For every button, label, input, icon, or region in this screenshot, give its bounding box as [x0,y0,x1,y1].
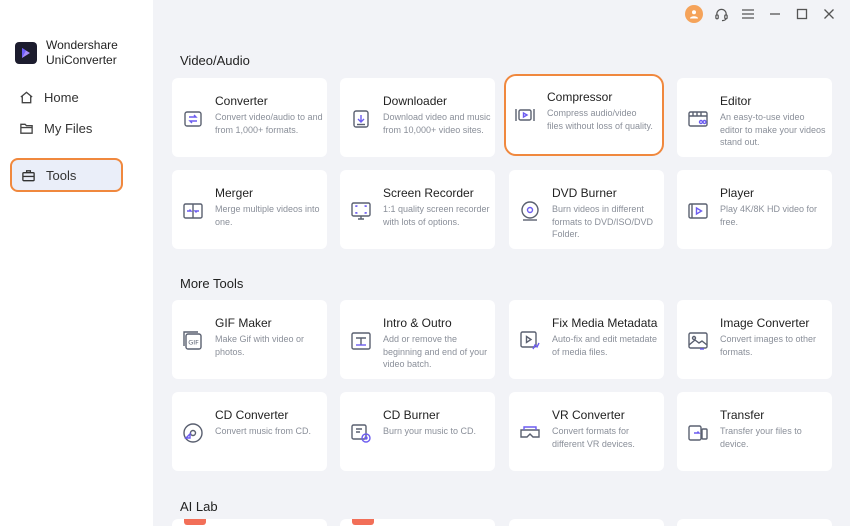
tools-content: Video/Audio Converter Convert video/audi… [153,0,850,526]
sidebar: Wondershare UniConverter Home My Files T… [0,0,153,526]
section-title-more-tools: More Tools [180,276,244,291]
tool-card-screen-recorder[interactable]: Screen Recorder 1:1 quality screen recor… [340,170,495,249]
tool-card-merger[interactable]: Merger Merge multiple videos into one. [172,170,327,249]
ai-tool-card[interactable] [677,519,832,526]
tool-description: Play 4K/8K HD video for free. [720,204,818,227]
tool-card-cd-converter[interactable]: CD Converter Convert music from CD. [172,392,327,471]
tool-description: Burn videos in different formats to DVD/… [552,204,654,239]
folder-icon [18,120,34,136]
tool-title: VR Converter [552,408,625,422]
cd-converter-icon [180,420,206,446]
screen-recorder-icon [348,198,374,224]
app-name-line1: Wondershare [46,38,118,52]
app-logo: Wondershare UniConverter [15,38,118,68]
toolbox-icon [20,167,36,183]
tool-description: Transfer your files to device. [720,426,802,449]
tool-description: Auto-fix and edit metadate of media file… [552,334,658,357]
tool-title: Transfer [720,408,765,422]
gif-badge: GIF [188,339,199,347]
tool-title: Merger [215,186,254,200]
tool-title: Downloader [383,94,448,108]
vr-converter-icon [517,420,543,446]
sidebar-item-home[interactable]: Home [10,80,123,114]
player-icon [685,198,711,224]
uniconverter-logo-icon [15,42,37,64]
new-tag [184,519,206,525]
tool-card-player[interactable]: Player Play 4K/8K HD video for free. [677,170,832,249]
dvd-burner-icon [517,198,543,224]
tool-title: Editor [720,94,752,108]
tool-description: 1:1 quality screen recorder with lots of… [383,204,490,227]
tool-description: Burn your music to CD. [383,426,477,436]
gif-maker-icon: GIF [180,328,206,354]
tool-title: Fix Media Metadata [552,316,658,330]
transfer-icon [685,420,711,446]
tool-title: Image Converter [720,316,810,330]
new-tag [352,519,374,525]
cd-burner-icon [348,420,374,446]
ai-tool-card[interactable] [509,519,664,526]
sidebar-item-label: Tools [46,167,77,183]
sidebar-item-my-files[interactable]: My Files [10,111,123,145]
ai-tool-card[interactable] [172,519,327,526]
tool-title: GIF Maker [215,316,272,330]
tool-card-converter[interactable]: Converter Convert video/audio to and fro… [172,78,327,157]
editor-icon [685,106,711,132]
tool-description: Compress audio/video files without loss … [547,108,653,131]
tool-description: Make Gif with video or photos. [215,334,305,357]
tool-card-editor[interactable]: Editor An easy-to-use video editor to ma… [677,78,832,157]
tool-description: Convert video/audio to and from 1,000+ f… [215,112,323,135]
tool-card-vr-converter[interactable]: VR Converter Convert formats for differe… [509,392,664,471]
ai-tool-card[interactable] [340,519,495,526]
intro-outro-icon [348,328,374,354]
tool-title: Screen Recorder [383,186,474,200]
tool-title: DVD Burner [552,186,617,200]
tool-card-downloader[interactable]: Downloader Download video and music from… [340,78,495,157]
tool-description: Download video and music from 10,000+ vi… [383,112,491,135]
section-title-video-audio: Video/Audio [180,53,250,68]
sidebar-item-label: My Files [44,120,93,136]
tool-card-fix-media-metadata[interactable]: Fix Media Metadata Auto-fix and edit met… [509,300,664,379]
downloader-icon [348,106,374,132]
tool-description: An easy-to-use video editor to make your… [720,112,826,147]
tool-description: Convert images to other formats. [720,334,817,357]
fix-media-metadata-icon [517,328,543,354]
converter-icon [180,106,206,132]
tool-title: CD Burner [383,408,440,422]
tool-title: Player [720,186,755,200]
tool-title: Intro & Outro [383,316,452,330]
tool-description: Convert formats for different VR devices… [552,426,635,449]
merger-icon [180,198,206,224]
tool-description: Merge multiple videos into one. [215,204,320,227]
tool-description: Convert music from CD. [215,426,312,436]
compressor-icon [512,102,538,128]
tool-card-gif-maker[interactable]: GIF GIF Maker Make Gif with video or pho… [172,300,327,379]
tool-title: Compressor [547,90,613,104]
image-converter-icon [685,328,711,354]
tool-card-intro-outro[interactable]: Intro & Outro Add or remove the beginnin… [340,300,495,379]
tool-card-image-converter[interactable]: Image Converter Convert images to other … [677,300,832,379]
section-title-ai-lab: AI Lab [180,499,218,514]
app-name-line2: UniConverter [46,53,117,67]
tool-title: Converter [215,94,268,108]
sidebar-item-label: Home [44,89,79,105]
tool-card-compressor[interactable]: Compressor Compress audio/video files wi… [504,74,664,156]
home-icon [18,89,34,105]
tool-title: CD Converter [215,408,289,422]
tool-card-transfer[interactable]: Transfer Transfer your files to device. [677,392,832,471]
tool-card-dvd-burner[interactable]: DVD Burner Burn videos in different form… [509,170,664,249]
sidebar-item-tools[interactable]: Tools [10,158,123,192]
tool-description: Add or remove the beginning and end of y… [383,334,488,369]
tool-card-cd-burner[interactable]: CD Burner Burn your music to CD. [340,392,495,471]
